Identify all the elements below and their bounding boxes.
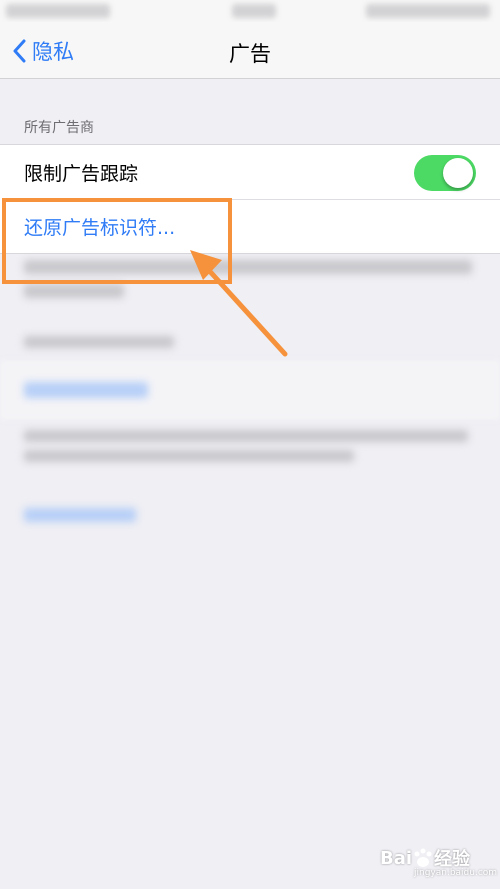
footer-text-blur-2 [24, 450, 354, 462]
navigation-bar: 隐私 广告 [0, 22, 500, 79]
settings-group: 限制广告跟踪 还原广告标识符... [0, 144, 500, 254]
footer-link-blur [24, 382, 148, 398]
paw-icon [414, 848, 432, 867]
footer-description-blur [24, 260, 472, 274]
limit-ad-tracking-toggle[interactable] [414, 155, 476, 191]
baidu-watermark: Bai 经验 jingyan.baidu.com [380, 838, 497, 879]
status-bar [0, 0, 500, 22]
limit-ad-tracking-label: 限制广告跟踪 [24, 162, 139, 185]
section-header: 所有广告商 [24, 120, 94, 136]
footer-section-blur [24, 336, 174, 348]
status-bar-time-blur [232, 4, 276, 18]
status-bar-carrier-blur [6, 4, 110, 18]
footer-text-blur [24, 430, 468, 442]
page-title: 广告 [229, 42, 271, 66]
footer-description-blur-2 [24, 284, 124, 298]
reset-identifier-link[interactable]: 还原广告标识符... [24, 213, 175, 240]
footer-link-blur-2 [24, 508, 136, 522]
watermark-brand: Bai [380, 847, 413, 869]
watermark-url: jingyan.baidu.com [414, 868, 498, 878]
toggle-knob [443, 158, 473, 188]
limit-ad-tracking-row: 限制广告跟踪 [0, 145, 500, 199]
status-bar-battery-blur [366, 4, 490, 18]
reset-identifier-row[interactable]: 还原广告标识符... [0, 199, 500, 253]
